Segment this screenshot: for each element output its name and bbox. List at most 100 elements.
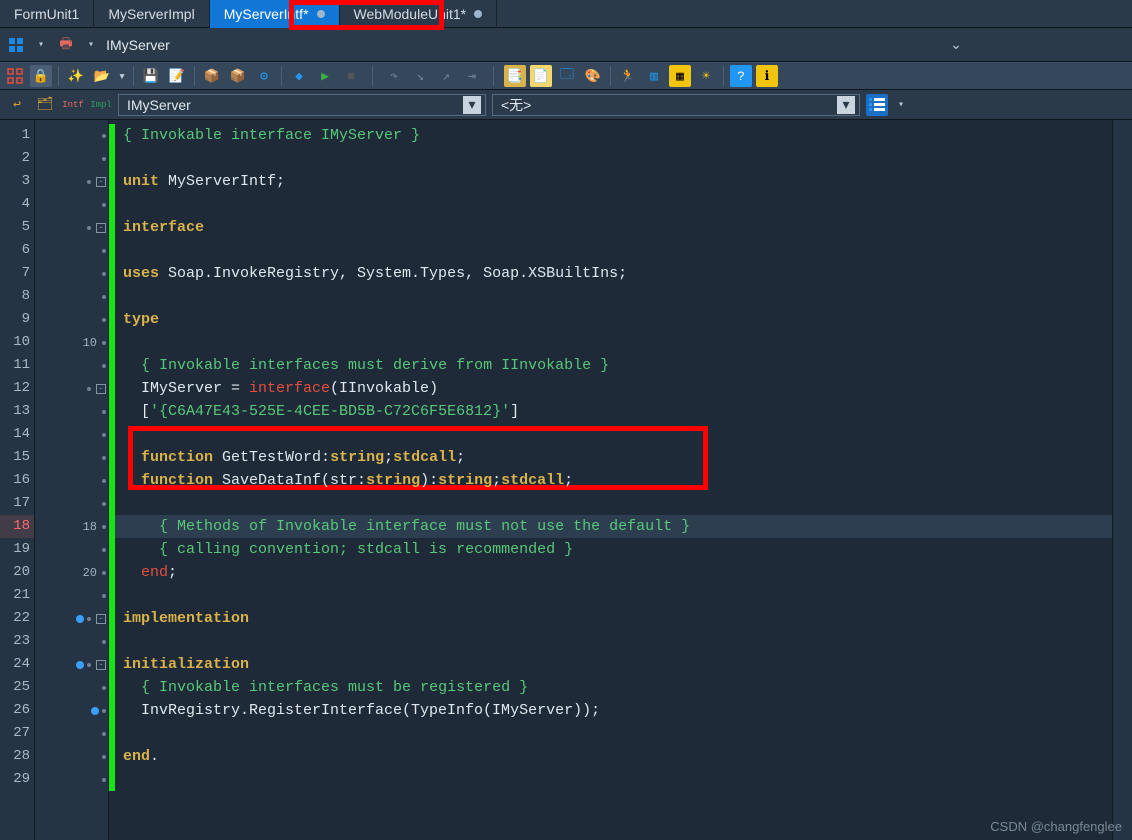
marker-gutter[interactable]: --10-1820-- <box>35 120 109 840</box>
code-line[interactable] <box>115 285 1112 308</box>
code-line[interactable]: type <box>115 308 1112 331</box>
marker-row[interactable] <box>35 722 108 745</box>
marker-row[interactable]: - <box>35 607 108 630</box>
chevron-down-icon[interactable]: ▾ <box>117 65 127 87</box>
tab-webmoduleunit1[interactable]: WebModuleUnit1* <box>340 0 498 28</box>
fold-toggle-icon[interactable]: - <box>96 660 106 670</box>
gear-icon[interactable]: ⚙ <box>253 65 275 87</box>
open-folder-icon[interactable]: 📂 <box>91 65 113 87</box>
method-selector[interactable]: <无> ▾ <box>492 94 860 116</box>
code-line[interactable]: implementation <box>115 607 1112 630</box>
code-line[interactable] <box>115 239 1112 262</box>
tab-myserverimpl[interactable]: MyServerImpl <box>94 0 209 28</box>
marker-row[interactable] <box>35 423 108 446</box>
code-line[interactable] <box>115 147 1112 170</box>
marker-row[interactable] <box>35 676 108 699</box>
marker-row[interactable]: - <box>35 170 108 193</box>
line-number[interactable]: 29 <box>0 768 34 791</box>
line-number[interactable]: 22 <box>0 607 34 630</box>
code-line[interactable]: { Invokable interfaces must be registere… <box>115 676 1112 699</box>
breakpoint-icon[interactable] <box>76 615 84 623</box>
tab-formunit1[interactable]: FormUnit1 <box>0 0 94 28</box>
marker-row[interactable] <box>35 492 108 515</box>
lock-icon[interactable]: 🔒 <box>30 65 52 87</box>
marker-row[interactable] <box>35 469 108 492</box>
line-number[interactable]: 16 <box>0 469 34 492</box>
remove-package-icon[interactable]: 📦 <box>227 65 249 87</box>
chevron-down-icon[interactable]: ▾ <box>84 39 98 51</box>
line-number[interactable]: 8 <box>0 285 34 308</box>
marker-row[interactable] <box>35 308 108 331</box>
breakpoint-icon[interactable] <box>76 661 84 669</box>
chevron-down-icon[interactable]: ▾ <box>894 99 908 111</box>
bookmark-icon[interactable]: 📑 <box>504 65 526 87</box>
chevron-down-icon[interactable]: ▾ <box>34 39 48 51</box>
marker-row[interactable]: 18 <box>35 515 108 538</box>
info-icon[interactable]: ℹ <box>756 65 778 87</box>
code-line[interactable] <box>115 331 1112 354</box>
code-line[interactable]: InvRegistry.RegisterInterface(TypeInfo(I… <box>115 699 1112 722</box>
code-line[interactable]: { Methods of Invokable interface must no… <box>115 515 1112 538</box>
palette-icon[interactable]: 🎨 <box>582 65 604 87</box>
chevron-down-icon[interactable]: ⌄ <box>946 36 966 53</box>
marker-row[interactable] <box>35 745 108 768</box>
line-number[interactable]: 27 <box>0 722 34 745</box>
line-number[interactable]: 21 <box>0 584 34 607</box>
marker-row[interactable] <box>35 630 108 653</box>
line-number[interactable]: 5 <box>0 216 34 239</box>
code-line[interactable] <box>115 193 1112 216</box>
note-icon[interactable]: 📄 <box>530 65 552 87</box>
fold-toggle-icon[interactable]: - <box>96 223 106 233</box>
line-number[interactable]: 28 <box>0 745 34 768</box>
marker-row[interactable] <box>35 400 108 423</box>
code-line[interactable] <box>115 492 1112 515</box>
marker-row[interactable]: - <box>35 216 108 239</box>
breadcrumb-text[interactable]: IMyServer <box>106 37 170 53</box>
list-icon[interactable] <box>866 94 888 116</box>
marker-row[interactable] <box>35 768 108 791</box>
breakpoint-icon[interactable] <box>91 707 99 715</box>
step-into-icon[interactable]: ↘ <box>409 65 431 87</box>
line-number[interactable]: 3 <box>0 170 34 193</box>
code-line[interactable]: { calling convention; stdcall is recomme… <box>115 538 1112 561</box>
nav-history-icon[interactable]: 🗂 <box>34 94 56 116</box>
line-number[interactable]: 10 <box>0 331 34 354</box>
marker-row[interactable]: 20 <box>35 561 108 584</box>
fold-toggle-icon[interactable]: - <box>96 384 106 394</box>
line-number[interactable]: 15 <box>0 446 34 469</box>
code-line[interactable]: { Invokable interfaces must derive from … <box>115 354 1112 377</box>
tab-myserverintf[interactable]: MyServerIntf* <box>210 0 340 28</box>
new-file-icon[interactable]: ✨ <box>65 65 87 87</box>
line-number[interactable]: 6 <box>0 239 34 262</box>
line-number[interactable]: 13 <box>0 400 34 423</box>
line-number[interactable]: 25 <box>0 676 34 699</box>
code-line[interactable] <box>115 722 1112 745</box>
grid-icon[interactable] <box>6 35 26 55</box>
highlight-icon[interactable]: ▦ <box>669 65 691 87</box>
line-number[interactable]: 4 <box>0 193 34 216</box>
marker-row[interactable] <box>35 354 108 377</box>
line-number[interactable]: 2 <box>0 147 34 170</box>
marker-row[interactable] <box>35 239 108 262</box>
code-line[interactable]: { Invokable interface IMyServer } <box>115 124 1112 147</box>
sun-icon[interactable]: ☀ <box>695 65 717 87</box>
code-line[interactable]: initialization <box>115 653 1112 676</box>
layers-icon[interactable]: ◆ <box>288 65 310 87</box>
save-edit-icon[interactable]: 📝 <box>166 65 188 87</box>
fold-toggle-icon[interactable]: - <box>96 177 106 187</box>
line-number[interactable]: 19 <box>0 538 34 561</box>
marker-row[interactable] <box>35 538 108 561</box>
marker-row[interactable] <box>35 193 108 216</box>
nav-back-icon[interactable]: ↩ <box>6 94 28 116</box>
line-number[interactable]: 23 <box>0 630 34 653</box>
marker-row[interactable] <box>35 285 108 308</box>
save-icon[interactable]: 💾 <box>140 65 162 87</box>
line-number-gutter[interactable]: 1234567891011121314151617181920212223242… <box>0 120 35 840</box>
code-line[interactable] <box>115 423 1112 446</box>
printer-icon[interactable]: 🖶 <box>56 35 76 55</box>
side-scroll[interactable] <box>1112 120 1132 840</box>
code-line[interactable] <box>115 630 1112 653</box>
code-view[interactable]: { Invokable interface IMyServer }unit My… <box>115 120 1112 840</box>
fold-toggle-icon[interactable]: - <box>96 614 106 624</box>
marker-row[interactable] <box>35 584 108 607</box>
